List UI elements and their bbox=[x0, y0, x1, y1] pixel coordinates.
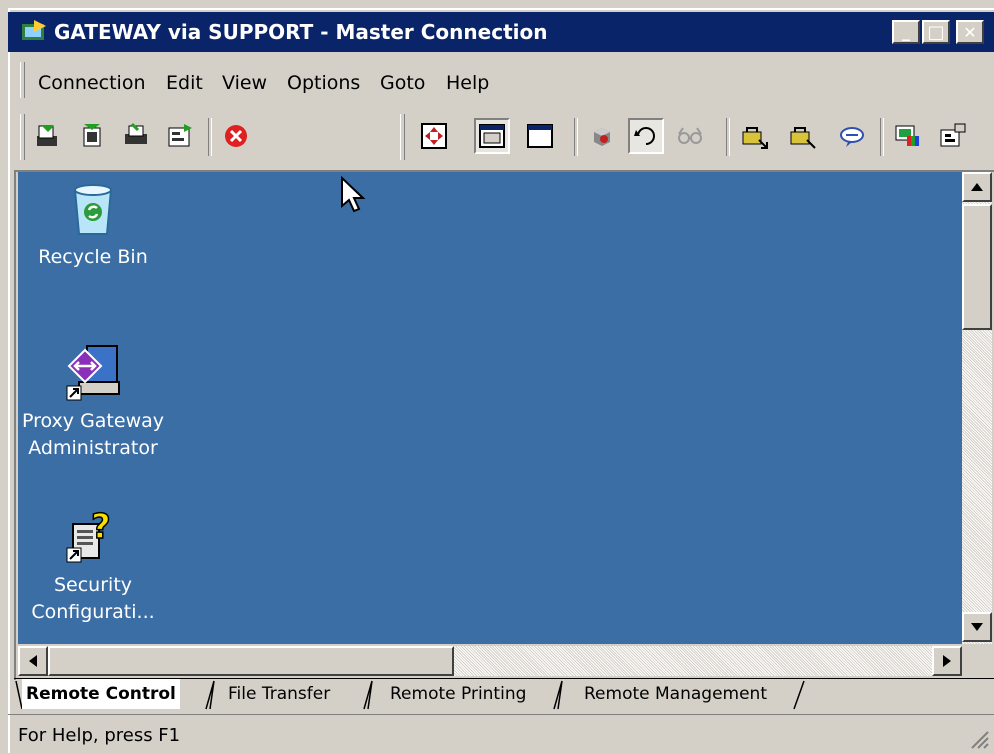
recycle-bin-label: Recycle Bin bbox=[38, 246, 148, 268]
lock-mouse-button[interactable] bbox=[784, 118, 820, 154]
scroll-up-button[interactable] bbox=[962, 172, 992, 202]
maximize-button[interactable]: □ bbox=[922, 20, 950, 44]
toolbar bbox=[8, 108, 994, 168]
toolbar-separator bbox=[208, 118, 212, 156]
view-only-icon bbox=[678, 127, 702, 144]
lock-mouse-icon bbox=[790, 127, 816, 149]
scroll-left-button[interactable] bbox=[18, 646, 48, 676]
toolbar-grip[interactable] bbox=[20, 114, 25, 160]
window-button[interactable] bbox=[474, 118, 510, 154]
color-display-icon bbox=[895, 125, 919, 146]
security-configuration-label-line2: Configurati... bbox=[31, 601, 155, 623]
rotate-icon bbox=[634, 127, 655, 145]
recycle-bin-icon bbox=[61, 176, 125, 240]
status-text: For Help, press F1 bbox=[18, 725, 181, 746]
close-icon: ✕ bbox=[963, 22, 977, 42]
proxy-gateway-label-line1: Proxy Gateway bbox=[21, 410, 165, 432]
arrow-down-icon bbox=[971, 623, 983, 631]
properties-button[interactable] bbox=[162, 118, 198, 154]
toolbar-separator-3 bbox=[726, 118, 730, 156]
view-only-button[interactable] bbox=[672, 118, 708, 154]
menu-goto[interactable]: Goto bbox=[380, 72, 425, 94]
vertical-scroll-thumb[interactable] bbox=[962, 204, 992, 330]
menu-help[interactable]: Help bbox=[446, 72, 489, 94]
arrow-up-icon bbox=[971, 183, 983, 191]
toolbar-grip-2[interactable] bbox=[400, 114, 405, 160]
lock-keyboard-button[interactable] bbox=[736, 118, 772, 154]
tab-remote-control[interactable]: Remote Control bbox=[22, 679, 180, 709]
properties-icon bbox=[168, 124, 192, 147]
tab-file-transfer[interactable]: File Transfer bbox=[228, 679, 330, 709]
window-title: GATEWAY via SUPPORT - Master Connection bbox=[54, 20, 548, 44]
security-configuration-icon: ? bbox=[61, 504, 125, 568]
security-configuration-shortcut[interactable]: ? Security Configurati... bbox=[18, 504, 168, 626]
color-display-button[interactable] bbox=[890, 118, 926, 154]
menu-options[interactable]: Options bbox=[287, 72, 360, 94]
window-frame-icon bbox=[527, 124, 553, 148]
record-button[interactable] bbox=[584, 118, 620, 154]
view-tabs: Remote Control File Transfer Remote Prin… bbox=[14, 678, 994, 713]
horizontal-scroll-thumb[interactable] bbox=[48, 646, 454, 676]
minimize-icon: _ bbox=[902, 22, 910, 41]
arrow-left-icon bbox=[29, 655, 37, 667]
window-icon bbox=[479, 124, 505, 148]
proxy-gateway-administrator-shortcut[interactable]: Proxy Gateway Administrator bbox=[18, 340, 168, 462]
rotate-button[interactable] bbox=[628, 118, 664, 154]
security-configuration-label-line1: Security bbox=[53, 574, 133, 596]
proxy-gateway-icon bbox=[61, 340, 125, 404]
menu-grip[interactable] bbox=[20, 62, 25, 98]
stop-button[interactable] bbox=[218, 118, 254, 154]
chat-button[interactable] bbox=[834, 118, 870, 154]
toolbar-separator-2 bbox=[574, 118, 578, 156]
arrow-right-icon bbox=[943, 655, 951, 667]
disconnect-button[interactable] bbox=[74, 118, 110, 154]
connect-button[interactable] bbox=[30, 118, 66, 154]
tab-remote-printing[interactable]: Remote Printing bbox=[390, 679, 526, 709]
horizontal-scrollbar[interactable] bbox=[18, 646, 962, 676]
stop-icon bbox=[225, 125, 247, 147]
title-bar[interactable]: GATEWAY via SUPPORT - Master Connection … bbox=[8, 12, 994, 52]
menu-connection[interactable]: Connection bbox=[38, 72, 146, 94]
scroll-corner bbox=[962, 646, 992, 676]
close-button[interactable]: ✕ bbox=[956, 20, 984, 44]
remote-desktop-view[interactable]: Recycle Bin Proxy Gateway Administrator … bbox=[18, 172, 962, 644]
proxy-gateway-label-line2: Administrator bbox=[28, 437, 158, 459]
recycle-bin-shortcut[interactable]: Recycle Bin bbox=[18, 176, 168, 271]
full-screen-button[interactable] bbox=[416, 118, 452, 154]
print-icon bbox=[125, 122, 147, 144]
chat-icon bbox=[840, 127, 864, 147]
minimize-button[interactable]: _ bbox=[892, 20, 920, 44]
lock-keyboard-icon bbox=[742, 127, 768, 149]
settings-button[interactable] bbox=[934, 118, 970, 154]
scroll-right-button[interactable] bbox=[932, 646, 962, 676]
maximize-icon: □ bbox=[927, 21, 945, 43]
connect-icon bbox=[37, 125, 57, 146]
menu-bar: Connection Edit View Options Goto Help bbox=[8, 56, 994, 104]
menu-view[interactable]: View bbox=[222, 72, 267, 94]
status-bar: For Help, press F1 bbox=[8, 714, 994, 754]
resize-grip-icon[interactable] bbox=[968, 728, 990, 750]
tab-remote-management[interactable]: Remote Management bbox=[584, 679, 767, 709]
vertical-scrollbar[interactable] bbox=[962, 172, 992, 644]
full-screen-icon bbox=[421, 123, 447, 149]
menu-edit[interactable]: Edit bbox=[166, 72, 203, 94]
scroll-down-button[interactable] bbox=[962, 612, 992, 642]
settings-icon bbox=[940, 123, 966, 147]
app-icon bbox=[22, 20, 46, 40]
toolbar-separator-4 bbox=[880, 118, 884, 156]
record-icon bbox=[594, 128, 610, 146]
mouse-cursor-icon bbox=[341, 176, 366, 213]
print-button[interactable] bbox=[118, 118, 154, 154]
window-frame-button[interactable] bbox=[522, 118, 558, 154]
disconnect-icon bbox=[83, 124, 101, 147]
svg-text:?: ? bbox=[91, 507, 111, 547]
